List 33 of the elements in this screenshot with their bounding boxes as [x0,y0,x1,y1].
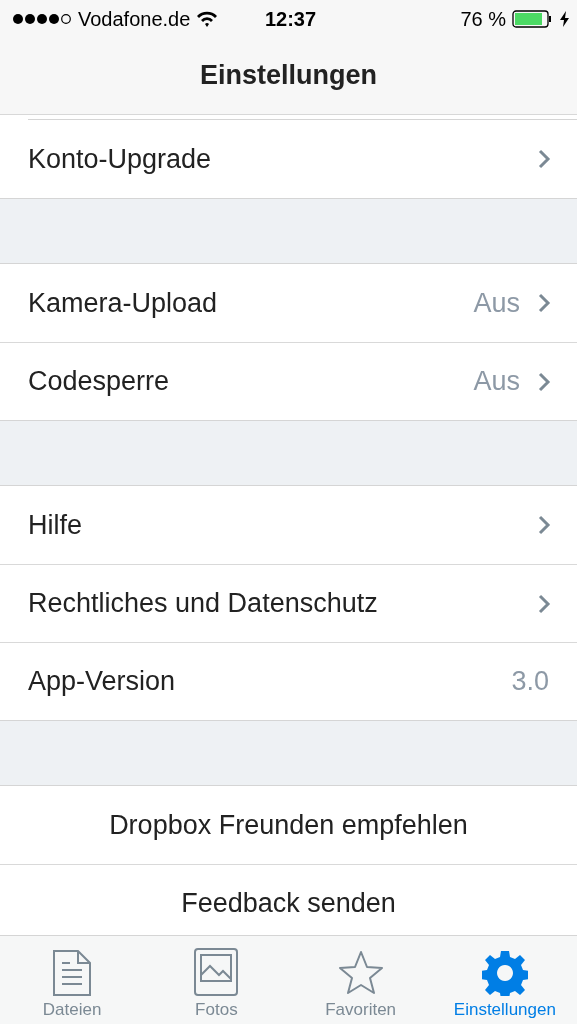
battery-icon [512,10,554,28]
battery-percent: 76 % [460,7,506,31]
image-icon [194,948,239,996]
chevron-icon [538,515,551,535]
settings-row[interactable]: Rechtliches und Datenschutz [0,564,577,642]
chevron-icon [538,293,551,313]
tab-button[interactable]: Einstellungen [432,936,577,1024]
chevron-icon [538,149,551,169]
row-label: App-Version [28,666,177,697]
action-row[interactable]: Dropbox Freunden empfehlen [0,786,577,864]
carrier-name: Vodafone.de [78,7,191,31]
settings-row[interactable]: Codesperre Aus [0,342,577,420]
settings-row[interactable]: Hilfe [0,486,577,564]
wifi-icon [196,11,219,27]
clock-time: 12:37 [264,7,317,31]
row-label: Rechtliches und Datenschutz [28,588,379,619]
chevron-icon [538,593,551,614]
charging-icon [560,11,569,27]
settings-row[interactable]: Kamera-Upload Aus [0,264,577,342]
row-label: Konto-Upgrade [28,143,213,175]
star-icon [337,950,384,996]
screen-title: Einstellungen [200,59,377,92]
document-icon [53,950,92,996]
row-label: Codesperre [28,366,171,397]
row-label: Hilfe [28,509,83,541]
settings-row[interactable]: Konto-Upgrade [0,120,577,198]
chevron-icon [538,371,551,392]
row-value: 3.0 [511,666,549,697]
signal-icon [12,13,72,25]
row-value: Aus [473,287,520,319]
row-value: Aus [473,366,520,397]
settings-icon [481,950,528,996]
row-label: Kamera-Upload [28,287,219,319]
